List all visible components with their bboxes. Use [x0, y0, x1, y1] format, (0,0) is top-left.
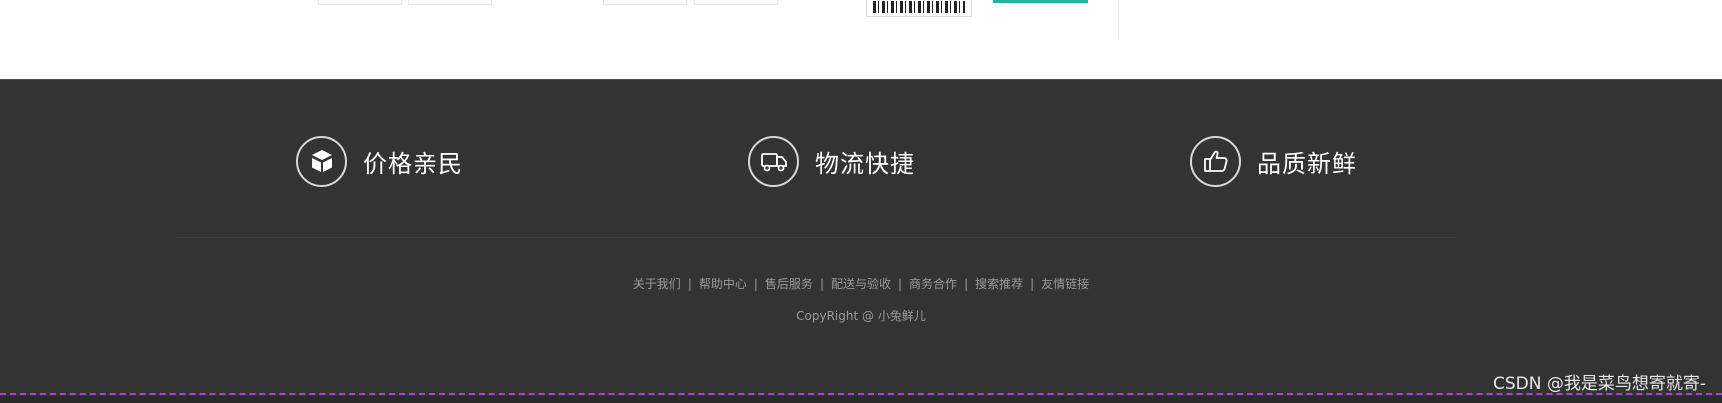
footer-link-business[interactable]: 商务合作: [909, 277, 957, 291]
link-separator: |: [898, 277, 903, 291]
footer-link-friends[interactable]: 友情链接: [1041, 277, 1089, 291]
csdn-watermark: CSDN @我是菜鸟想寄就寄-: [1492, 374, 1706, 394]
footer-links: 关于我们 | 帮助中心 | 售后服务 | 配送与验收 | 商务合作 | 搜索推荐 | 友情链接: [0, 275, 1722, 292]
dashed-boundary: [0, 393, 1722, 395]
footer-link-about[interactable]: 关于我们: [633, 277, 681, 291]
price-box-icon: [296, 135, 347, 187]
page-top-section: [0, 0, 1722, 79]
footer-link-after-sales[interactable]: 售后服务: [765, 277, 813, 291]
link-separator: |: [1030, 277, 1035, 291]
bottom-strip: [0, 396, 1722, 403]
feature-logistics: 物流快捷: [748, 133, 915, 189]
partial-box: [694, 0, 778, 5]
copyright-text: CopyRight @ 小兔鲜儿: [796, 309, 926, 323]
feature-price: 价格亲民: [296, 133, 463, 189]
footer-link-delivery[interactable]: 配送与验收: [831, 277, 891, 291]
link-separator: |: [753, 277, 758, 291]
qr-code-image: [866, 0, 972, 17]
partial-box: [603, 0, 687, 5]
footer-divider: [176, 237, 1456, 238]
link-separator: |: [964, 277, 969, 291]
footer-top-border: [0, 79, 1722, 80]
footer-link-search[interactable]: 搜索推荐: [975, 277, 1023, 291]
teal-button-edge[interactable]: [993, 0, 1088, 3]
feature-quality: 品质新鲜: [1190, 133, 1357, 189]
link-separator: |: [819, 277, 824, 291]
partial-box: [408, 0, 492, 5]
vertical-divider: [1118, 0, 1119, 40]
feature-label: 价格亲民: [363, 149, 463, 178]
feature-label: 物流快捷: [815, 149, 915, 178]
footer-link-help[interactable]: 帮助中心: [699, 277, 747, 291]
feature-label: 品质新鲜: [1257, 149, 1357, 178]
thumbs-up-icon: [1190, 135, 1241, 187]
delivery-truck-icon: [748, 135, 799, 187]
link-separator: |: [687, 277, 692, 291]
partial-box: [318, 0, 402, 5]
site-footer: 价格亲民 物流快捷 品质新鲜 关于我们 | 帮助中心 | 售后服务 | 配送与验收 | 商务合作…: [0, 79, 1722, 403]
